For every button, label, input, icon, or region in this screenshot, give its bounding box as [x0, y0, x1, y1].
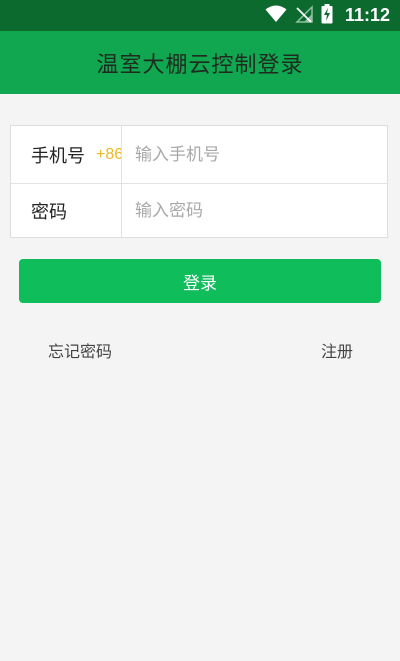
battery-charging-icon: [321, 3, 333, 28]
country-code: +86: [96, 145, 121, 163]
page-title: 温室大棚云控制登录: [96, 52, 304, 78]
wifi-icon: [265, 5, 287, 27]
status-time: 11:12: [344, 5, 390, 25]
password-row: 密码: [11, 183, 387, 238]
app-header: 温室大棚云控制登录: [0, 31, 400, 94]
password-input[interactable]: [135, 195, 375, 226]
phone-input[interactable]: [135, 139, 375, 170]
login-form: 手机号 +86 密码: [10, 125, 388, 238]
phone-label: 手机号: [31, 145, 85, 167]
status-bar: 11:12: [0, 0, 400, 31]
status-icons: 11:12: [265, 0, 390, 31]
row-divider: [121, 126, 122, 183]
no-signal-icon: [295, 4, 313, 27]
register-link[interactable]: 注册: [321, 338, 353, 362]
row-divider: [121, 183, 122, 238]
login-button[interactable]: 登录: [19, 259, 381, 303]
password-label: 密码: [31, 201, 67, 223]
forgot-password-link[interactable]: 忘记密码: [48, 338, 112, 362]
phone-row: 手机号 +86: [11, 126, 387, 184]
